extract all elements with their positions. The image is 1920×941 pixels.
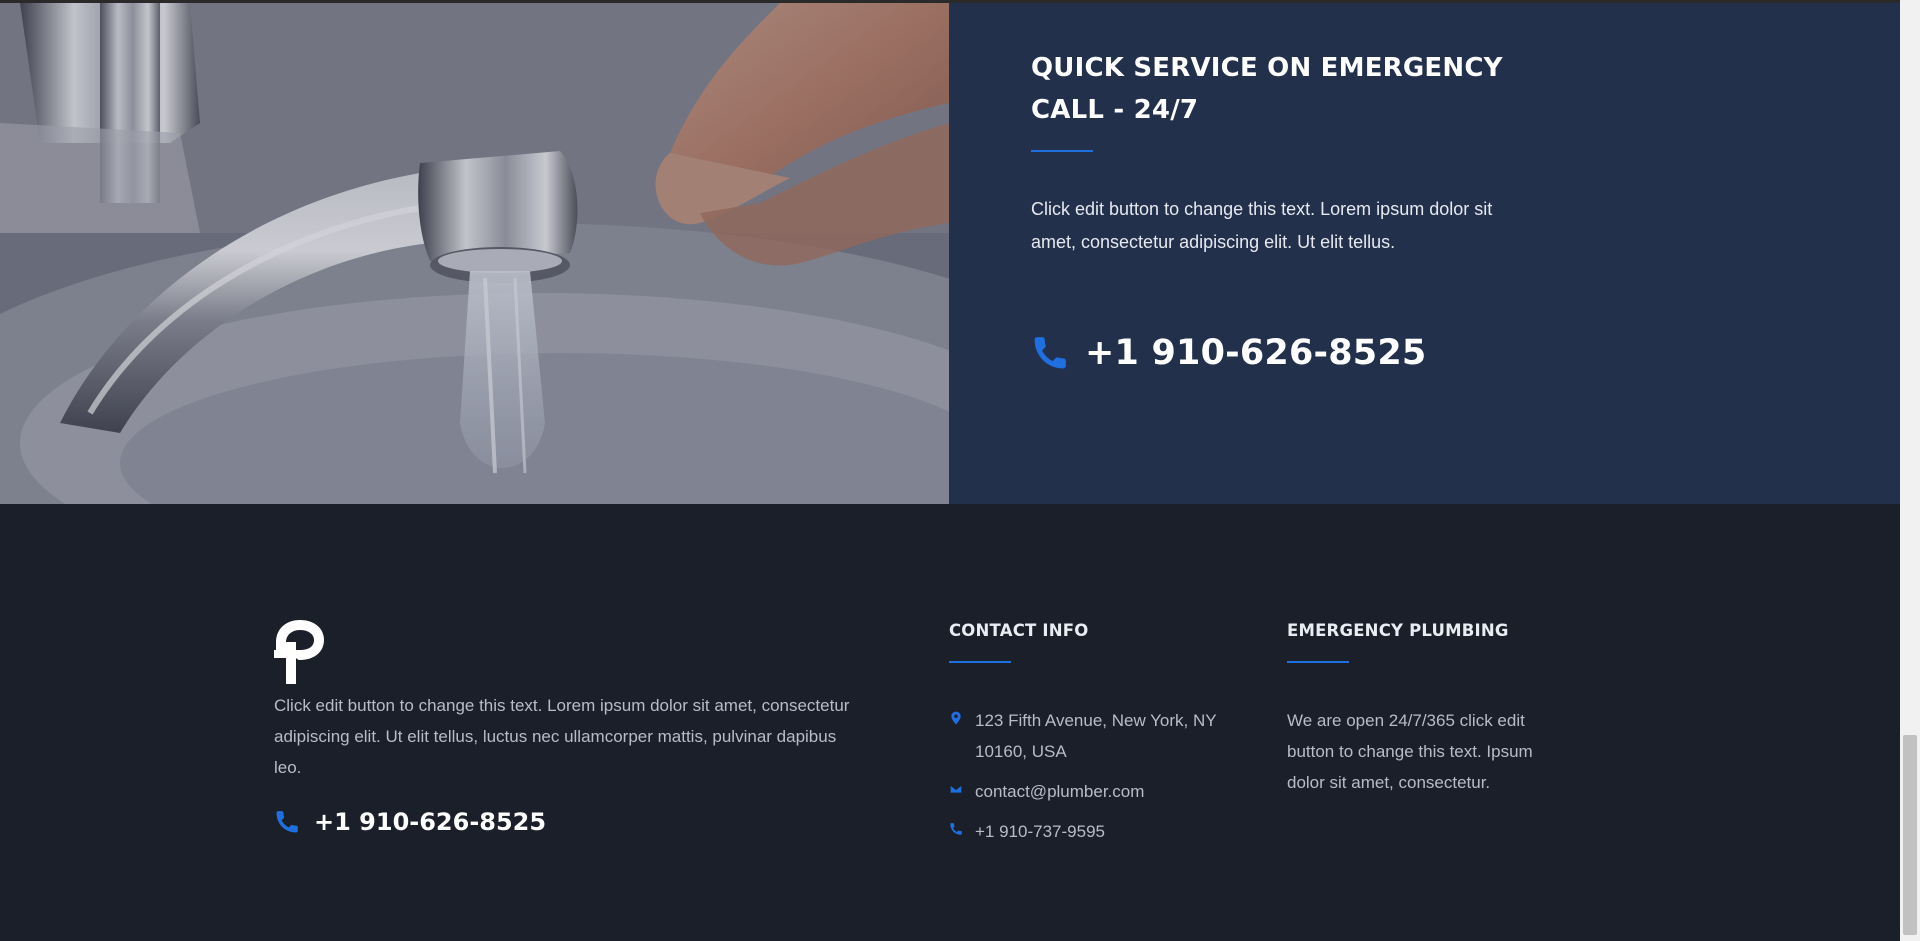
logo-p-icon[interactable]	[274, 620, 326, 684]
contact-phone-text[interactable]: +1 910-737-9595	[975, 816, 1225, 847]
phone-icon	[1034, 337, 1066, 369]
emergency-plumbing-column: EMERGENCY PLUMBING We are open 24/7/365 …	[1287, 620, 1587, 798]
contact-address-text: 123 Fifth Avenue, New York, NY 10160, US…	[975, 711, 1217, 761]
emergency-info-panel: QUICK SERVICE ON EMERGENCY CALL - 24/7 C…	[949, 3, 1900, 504]
footer-phone-number[interactable]: +1 910-626-8525	[314, 808, 546, 836]
contact-email[interactable]: contact@plumber.com	[949, 776, 1249, 807]
emergency-phone[interactable]: +1 910-626-8525	[1031, 333, 1426, 373]
contact-info-column: CONTACT INFO 123 Fifth Avenue, New York,…	[949, 620, 1249, 856]
phone-icon	[950, 823, 962, 835]
envelope-icon	[949, 784, 963, 794]
emergency-description: Click edit button to change this text. L…	[1031, 199, 1493, 252]
site-footer: Click edit button to change this text. L…	[0, 504, 1900, 941]
emergency-hero-section: QUICK SERVICE ON EMERGENCY CALL - 24/7 C…	[0, 3, 1900, 504]
scrollbar-thumb[interactable]	[1903, 735, 1917, 935]
contact-email-text[interactable]: contact@plumber.com	[975, 776, 1225, 807]
contact-address: 123 Fifth Avenue, New York, NY 10160, US…	[949, 705, 1249, 767]
footer-about-text: Click edit button to change this text. L…	[274, 696, 850, 777]
phone-icon	[276, 811, 298, 833]
contact-heading-divider	[949, 661, 1011, 663]
emergency-phone-number[interactable]: +1 910-626-8525	[1085, 333, 1426, 373]
contact-info-heading: CONTACT INFO	[949, 621, 1089, 640]
page: QUICK SERVICE ON EMERGENCY CALL - 24/7 C…	[0, 0, 1920, 941]
faucet-illustration	[0, 3, 949, 504]
location-pin-icon	[951, 711, 961, 725]
footer-phone[interactable]: +1 910-626-8525	[274, 808, 546, 836]
emergency-heading: QUICK SERVICE ON EMERGENCY CALL - 24/7	[1031, 53, 1503, 125]
heading-divider	[1031, 150, 1093, 152]
contact-phone[interactable]: +1 910-737-9595	[949, 816, 1249, 847]
page-scrollbar[interactable]	[1900, 0, 1920, 941]
emergency-plumbing-text: We are open 24/7/365 click edit button t…	[1287, 711, 1533, 792]
contact-list: 123 Fifth Avenue, New York, NY 10160, US…	[949, 705, 1249, 847]
emergency-plumbing-heading: EMERGENCY PLUMBING	[1287, 621, 1509, 640]
emergency-heading-divider	[1287, 661, 1349, 663]
faucet-photo	[0, 3, 949, 504]
